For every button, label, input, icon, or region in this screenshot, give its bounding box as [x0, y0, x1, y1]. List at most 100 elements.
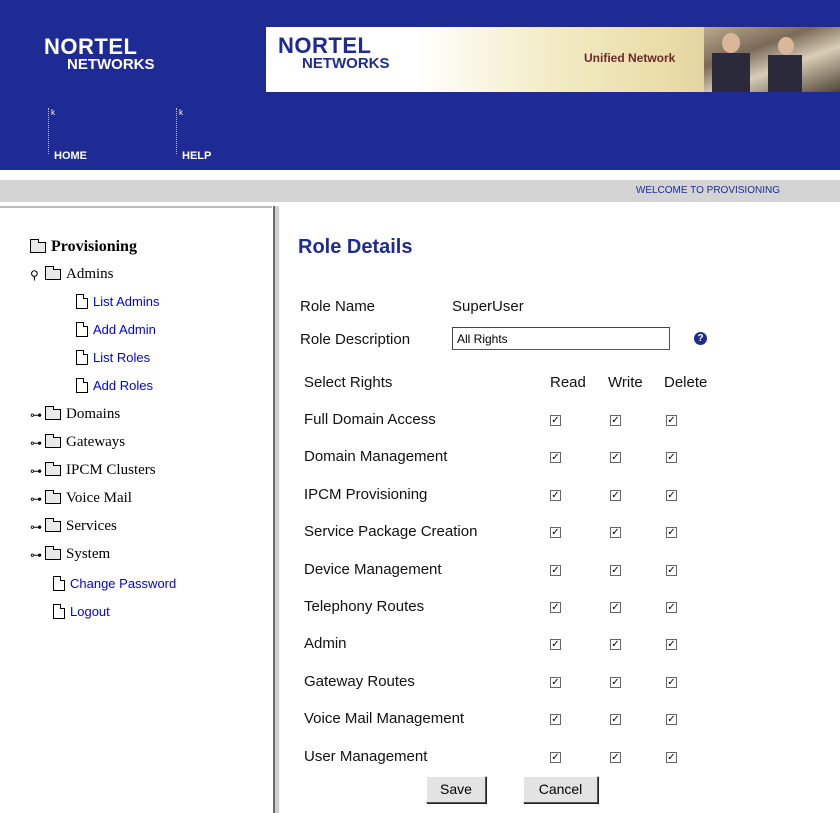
folder-icon — [45, 546, 61, 560]
read-checkbox[interactable]: ✓ — [550, 452, 561, 464]
rights-row: Gateway Routes ✓ ✓ ✓ — [304, 673, 724, 695]
read-checkbox[interactable]: ✓ — [550, 751, 561, 763]
tree-link-label[interactable]: Add Admin — [93, 322, 156, 337]
tree-item-admins[interactable]: ⚲ Admins — [30, 266, 114, 283]
rights-row: Voice Mail Management ✓ ✓ ✓ — [304, 710, 724, 732]
header-bar: NORTEL NETWORKS NORTEL NETWORKS Unified … — [0, 0, 840, 170]
tree-item-voice-mail[interactable]: ⊶ Voice Mail — [30, 490, 132, 507]
write-checkbox[interactable]: ✓ — [610, 564, 621, 576]
delete-checkbox[interactable]: ✓ — [666, 564, 677, 576]
write-checkbox[interactable]: ✓ — [610, 452, 621, 464]
page-icon — [53, 576, 65, 591]
tree-item-services[interactable]: ⊶ Services — [30, 518, 117, 535]
expand-icon[interactable]: ⊶ — [30, 549, 42, 561]
select-rights-header: Select Rights — [304, 374, 393, 391]
write-checkbox[interactable]: ✓ — [610, 676, 621, 688]
rights-row: Domain Management ✓ ✓ ✓ — [304, 448, 724, 470]
read-column-header: Read — [550, 374, 586, 391]
delete-checkbox[interactable]: ✓ — [666, 751, 677, 763]
read-checkbox[interactable]: ✓ — [550, 527, 561, 539]
folder-icon — [45, 406, 61, 420]
write-checkbox[interactable]: ✓ — [610, 602, 621, 613]
tree-item-domains[interactable]: ⊶ Domains — [30, 406, 120, 423]
logo-line-2: NETWORKS — [67, 56, 155, 73]
tree-link-list-admins[interactable]: List Admins — [76, 294, 159, 309]
folder-icon — [45, 490, 61, 504]
tree-item-system[interactable]: ⊶ System — [30, 546, 110, 563]
nav-home-link[interactable]: HOME — [54, 150, 87, 162]
welcome-bar: WELCOME TO PROVISIONING — [0, 180, 840, 202]
right-name-label: IPCM Provisioning — [304, 485, 428, 503]
rights-row: Device Management ✓ ✓ ✓ — [304, 561, 724, 583]
read-checkbox[interactable]: ✓ — [550, 714, 561, 726]
tree-item-gateways[interactable]: ⊶ Gateways — [30, 434, 125, 451]
right-name-label: Device Management — [304, 560, 442, 578]
delete-checkbox[interactable]: ✓ — [666, 489, 677, 501]
role-description-input[interactable] — [452, 327, 670, 350]
delete-checkbox[interactable]: ✓ — [666, 452, 677, 464]
page-icon — [76, 322, 88, 337]
tree-link-label[interactable]: Add Roles — [93, 378, 153, 393]
read-checkbox[interactable]: ✓ — [550, 639, 561, 651]
tree-link-label[interactable]: List Roles — [93, 350, 150, 365]
expand-icon[interactable]: ⊶ — [30, 409, 42, 421]
write-checkbox[interactable]: ✓ — [610, 714, 621, 726]
role-description-label: Role Description — [300, 331, 411, 348]
rights-row: Service Package Creation ✓ ✓ ✓ — [304, 523, 724, 545]
tree-link-add-roles[interactable]: Add Roles — [76, 378, 153, 393]
question-circle-icon[interactable]: ? — [694, 332, 707, 345]
folder-icon — [45, 518, 61, 532]
write-checkbox[interactable]: ✓ — [610, 489, 621, 501]
collapse-icon[interactable]: ⚲ — [30, 269, 42, 281]
folder-icon — [45, 462, 61, 476]
write-column-header: Write — [608, 374, 643, 391]
delete-checkbox[interactable]: ✓ — [666, 639, 677, 651]
page-title: Role Details — [298, 236, 413, 258]
right-name-label: Service Package Creation — [304, 523, 478, 541]
tree-link-add-admin[interactable]: Add Admin — [76, 322, 156, 337]
tree-link-label[interactable]: Logout — [70, 604, 110, 619]
expand-icon[interactable]: ⊶ — [30, 465, 42, 477]
expand-icon[interactable]: ⊶ — [30, 521, 42, 533]
banner-logo: NORTEL NETWORKS — [278, 35, 390, 72]
tree-link-label[interactable]: Change Password — [70, 576, 176, 591]
write-checkbox[interactable]: ✓ — [610, 527, 621, 539]
read-checkbox[interactable]: ✓ — [550, 676, 561, 688]
delete-checkbox[interactable]: ✓ — [666, 676, 677, 688]
delete-checkbox[interactable]: ✓ — [666, 714, 677, 726]
tree-link-list-roles[interactable]: List Roles — [76, 350, 150, 365]
rights-row: Admin ✓ ✓ ✓ — [304, 635, 724, 657]
write-checkbox[interactable]: ✓ — [610, 751, 621, 763]
read-checkbox[interactable]: ✓ — [550, 489, 561, 501]
help-nav-marker: k — [176, 108, 183, 154]
delete-checkbox[interactable]: ✓ — [666, 602, 677, 613]
tree-link-logout[interactable]: Logout — [53, 604, 110, 619]
write-checkbox[interactable]: ✓ — [610, 639, 621, 651]
tree-item-label: IPCM Clusters — [66, 462, 156, 478]
right-name-label: Admin — [304, 635, 347, 653]
read-checkbox[interactable]: ✓ — [550, 564, 561, 576]
tree-item-label: System — [66, 546, 111, 562]
tree-link-label[interactable]: List Admins — [93, 294, 159, 309]
delete-checkbox[interactable]: ✓ — [666, 527, 677, 539]
expand-icon[interactable]: ⊶ — [30, 493, 42, 505]
cancel-button[interactable]: Cancel — [523, 776, 598, 803]
tree-root-provisioning[interactable]: Provisioning — [30, 238, 137, 256]
nav-help-link[interactable]: HELP — [182, 150, 211, 162]
read-checkbox[interactable]: ✓ — [550, 602, 561, 613]
folder-icon — [30, 238, 46, 253]
write-checkbox[interactable]: ✓ — [610, 415, 621, 426]
tree-link-change-password[interactable]: Change Password — [53, 576, 176, 591]
save-button[interactable]: Save — [426, 776, 486, 803]
right-name-label: Voice Mail Management — [304, 710, 465, 728]
read-checkbox[interactable]: ✓ — [550, 415, 561, 426]
tree-root-label: Provisioning — [51, 238, 137, 255]
frame-divider[interactable] — [273, 206, 280, 813]
tree-item-ipcm-clusters[interactable]: ⊶ IPCM Clusters — [30, 462, 156, 479]
delete-column-header: Delete — [664, 374, 708, 391]
expand-icon[interactable]: ⊶ — [30, 437, 42, 449]
home-nav-marker: k — [48, 108, 55, 154]
delete-checkbox[interactable]: ✓ — [666, 415, 677, 426]
banner-logo-line-2: NETWORKS — [302, 55, 390, 72]
rights-row: User Management ✓ ✓ ✓ — [304, 748, 724, 770]
